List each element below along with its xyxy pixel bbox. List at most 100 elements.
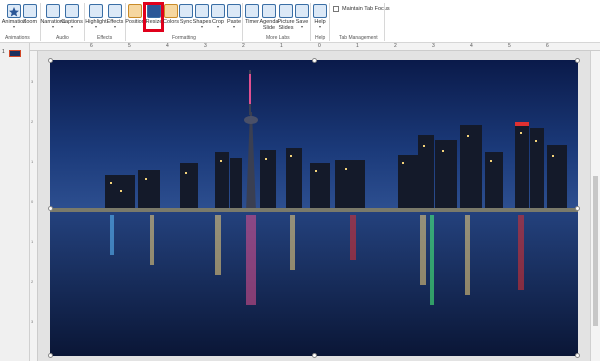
highlight-icon	[89, 4, 103, 18]
vertical-scrollbar[interactable]	[590, 51, 600, 361]
vertical-ruler: 3 2 1 0 1 2 3	[30, 51, 38, 361]
save-button[interactable]: Save ▾	[294, 4, 310, 34]
timer-button[interactable]: Timer	[244, 4, 260, 34]
zoom-label: Zoom	[22, 19, 38, 25]
ruler-tick: 4	[166, 43, 169, 49]
help-button[interactable]: Help ▾	[312, 4, 328, 34]
separator	[310, 3, 311, 41]
sync-label: Sync	[179, 19, 193, 25]
ruler-tick: 0	[318, 43, 321, 49]
timer-label: Timer	[245, 19, 259, 25]
chevron-down-icon: ▾	[70, 24, 73, 29]
ruler-tick: 3	[31, 319, 34, 324]
sync-icon	[179, 4, 193, 18]
position-icon	[128, 4, 142, 18]
ruler-tick: 1	[356, 43, 359, 49]
crop-button[interactable]: Crop ▾	[210, 4, 226, 34]
resize-handle[interactable]	[48, 353, 53, 358]
save-icon	[295, 4, 309, 18]
captions-icon	[65, 4, 79, 18]
chevron-down-icon: ▾	[12, 24, 15, 29]
scrollbar-thumb[interactable]	[593, 176, 598, 326]
toronto-skyline-night-image[interactable]	[50, 60, 578, 356]
position-label: Position	[125, 19, 145, 25]
chevron-down-icon: ▾	[200, 24, 203, 29]
checkbox-box[interactable]	[333, 6, 339, 12]
chevron-down-icon: ▾	[113, 24, 116, 29]
shapes-icon	[195, 4, 209, 18]
crop-icon	[211, 4, 225, 18]
ruler-tick: 6	[546, 43, 549, 49]
horizontal-ruler: 6 5 4 3 2 1 0 1 2 3 4 5 6	[30, 43, 600, 51]
group-label-help: Help	[315, 35, 326, 41]
chevron-down-icon: ▾	[51, 24, 54, 29]
group-label-tab-management: Tab Management	[339, 35, 378, 41]
agenda-icon	[262, 4, 276, 18]
maintain-tab-focus-checkbox[interactable]: Maintain Tab Focus	[333, 6, 390, 12]
paste-icon	[227, 4, 241, 18]
ruler-tick: 3	[204, 43, 207, 49]
colors-label: Colors	[163, 19, 179, 25]
picture-slides-button[interactable]: Picture Slides	[277, 4, 295, 34]
ruler-tick: 3	[432, 43, 435, 49]
ruler-tick: 6	[90, 43, 93, 49]
picture-slides-icon	[279, 4, 293, 18]
zoom-button[interactable]: Zoom	[22, 4, 38, 34]
star-icon	[7, 4, 21, 18]
ruler-tick: 2	[242, 43, 245, 49]
highlight-button[interactable]: Highlight ▾	[85, 4, 107, 34]
shapes-button[interactable]: Shapes ▾	[193, 4, 211, 34]
group-label-audio: Audio	[56, 35, 69, 41]
group-label-formatting: Formatting	[172, 35, 196, 41]
sync-button[interactable]: Sync	[178, 4, 194, 34]
effects-button[interactable]: Effects ▾	[106, 4, 124, 34]
chevron-down-icon: ▾	[216, 24, 219, 29]
checkbox-label: Maintain Tab Focus	[342, 6, 390, 12]
resize-handle[interactable]	[575, 58, 580, 63]
ruler-tick: 0	[31, 199, 34, 204]
resize-handle[interactable]	[575, 353, 580, 358]
ruler-tick: 2	[394, 43, 397, 49]
ruler-tick: 4	[470, 43, 473, 49]
timer-icon	[245, 4, 259, 18]
ruler-tick: 1	[31, 159, 34, 164]
ruler-tick: 1	[280, 43, 283, 49]
slide-number: 1	[2, 49, 5, 55]
chevron-down-icon: ▾	[94, 24, 97, 29]
captions-button[interactable]: Captions ▾	[61, 4, 83, 34]
ruler-tick: 3	[31, 79, 34, 84]
zoom-icon	[23, 4, 37, 18]
separator	[329, 3, 330, 41]
colors-button[interactable]: Colors	[163, 4, 179, 34]
resize-handle[interactable]	[48, 58, 53, 63]
ruler-tick: 2	[31, 279, 34, 284]
ruler-tick: 2	[31, 119, 34, 124]
resize-handle[interactable]	[312, 58, 317, 63]
agenda-slide-button[interactable]: Agenda Slide	[260, 4, 278, 34]
chevron-down-icon: ▾	[318, 24, 321, 29]
chevron-down-icon: ▾	[300, 24, 303, 29]
separator	[384, 3, 385, 41]
ruler-tick: 5	[508, 43, 511, 49]
chevron-down-icon: ▾	[232, 24, 235, 29]
group-label-effects: Effects	[97, 35, 113, 41]
effects-icon	[108, 4, 122, 18]
position-button[interactable]: Position	[125, 4, 145, 34]
help-icon	[313, 4, 327, 18]
ruler-tick: 5	[128, 43, 131, 49]
group-label-animations: Animations	[5, 35, 30, 41]
separator	[242, 3, 243, 41]
agenda-slide-label: Agenda Slide	[259, 19, 279, 31]
resize-handle[interactable]	[312, 353, 317, 358]
ruler-tick: 1	[31, 239, 34, 244]
resize-handle[interactable]	[575, 206, 580, 211]
colors-icon	[164, 4, 178, 18]
group-label-more-labs: More Labs	[266, 35, 290, 41]
resize-handle[interactable]	[48, 206, 53, 211]
picture-slides-label: Picture Slides	[277, 19, 295, 31]
resize-highlight-box	[143, 2, 164, 32]
ribbon: Animation ▾ Zoom Narrations ▾ Captions ▾…	[0, 0, 600, 43]
slide-thumbnail[interactable]	[9, 50, 21, 57]
paste-button[interactable]: Paste ▾	[226, 4, 242, 34]
slide-thumbnail-pane: 1	[0, 43, 30, 361]
